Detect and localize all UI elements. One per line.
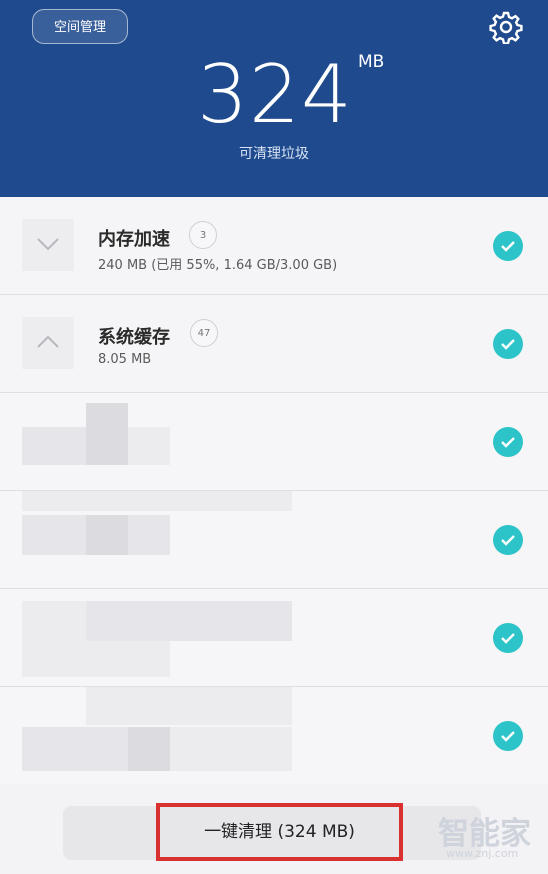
- item-title: 内存加速: [98, 229, 170, 250]
- blurred-block: [86, 687, 292, 725]
- check-icon[interactable]: [493, 329, 523, 359]
- blurred-block: [128, 727, 170, 771]
- item-count-badge: 47: [190, 319, 218, 347]
- blurred-block: [86, 515, 128, 555]
- list-item-memory-boost[interactable]: 内存加速 3 240 MB (已用 55%, 1.64 GB/3.00 GB): [0, 197, 548, 295]
- space-management-button[interactable]: 空间管理: [32, 9, 128, 44]
- check-icon[interactable]: [493, 623, 523, 653]
- one-key-clean-button[interactable]: 一键清理 (324 MB): [156, 803, 403, 861]
- chevron-down-icon[interactable]: [22, 219, 74, 271]
- blurred-block: [22, 727, 128, 771]
- blurred-block: [22, 641, 170, 677]
- check-icon[interactable]: [493, 231, 523, 261]
- blurred-block: [170, 727, 292, 771]
- blurred-block: [86, 403, 128, 465]
- blurred-block: [22, 601, 86, 641]
- blurred-block: [22, 427, 86, 465]
- item-title: 系统缓存: [98, 327, 170, 348]
- item-detail: 240 MB (已用 55%, 1.64 GB/3.00 GB): [98, 258, 338, 273]
- item-detail: 8.05 MB: [98, 352, 152, 367]
- list-item-blurred[interactable]: [0, 687, 548, 785]
- blurred-block: [128, 427, 170, 465]
- item-count-badge: 3: [189, 221, 217, 249]
- blurred-block: [86, 601, 292, 641]
- list-item-blurred[interactable]: [0, 589, 548, 687]
- blurred-block: [128, 515, 170, 555]
- header: 空间管理 324 MB 可清理垃圾: [0, 0, 548, 197]
- junk-subtitle: 可清理垃圾: [239, 146, 309, 162]
- blurred-block: [22, 491, 292, 511]
- clean-items-list: 内存加速 3 240 MB (已用 55%, 1.64 GB/3.00 GB) …: [0, 197, 548, 785]
- junk-size-value: 324: [197, 48, 353, 141]
- junk-size-unit: MB: [358, 52, 385, 72]
- gear-icon[interactable]: [489, 10, 523, 45]
- watermark-url: www.znj.com: [446, 847, 519, 860]
- blurred-block: [22, 515, 86, 555]
- list-item-blurred[interactable]: [0, 491, 548, 589]
- chevron-up-icon[interactable]: [22, 317, 74, 369]
- check-icon[interactable]: [493, 427, 523, 457]
- check-icon[interactable]: [493, 721, 523, 751]
- list-item-blurred[interactable]: [0, 393, 548, 491]
- check-icon[interactable]: [493, 525, 523, 555]
- list-item-system-cache[interactable]: 系统缓存 47 8.05 MB: [0, 295, 548, 393]
